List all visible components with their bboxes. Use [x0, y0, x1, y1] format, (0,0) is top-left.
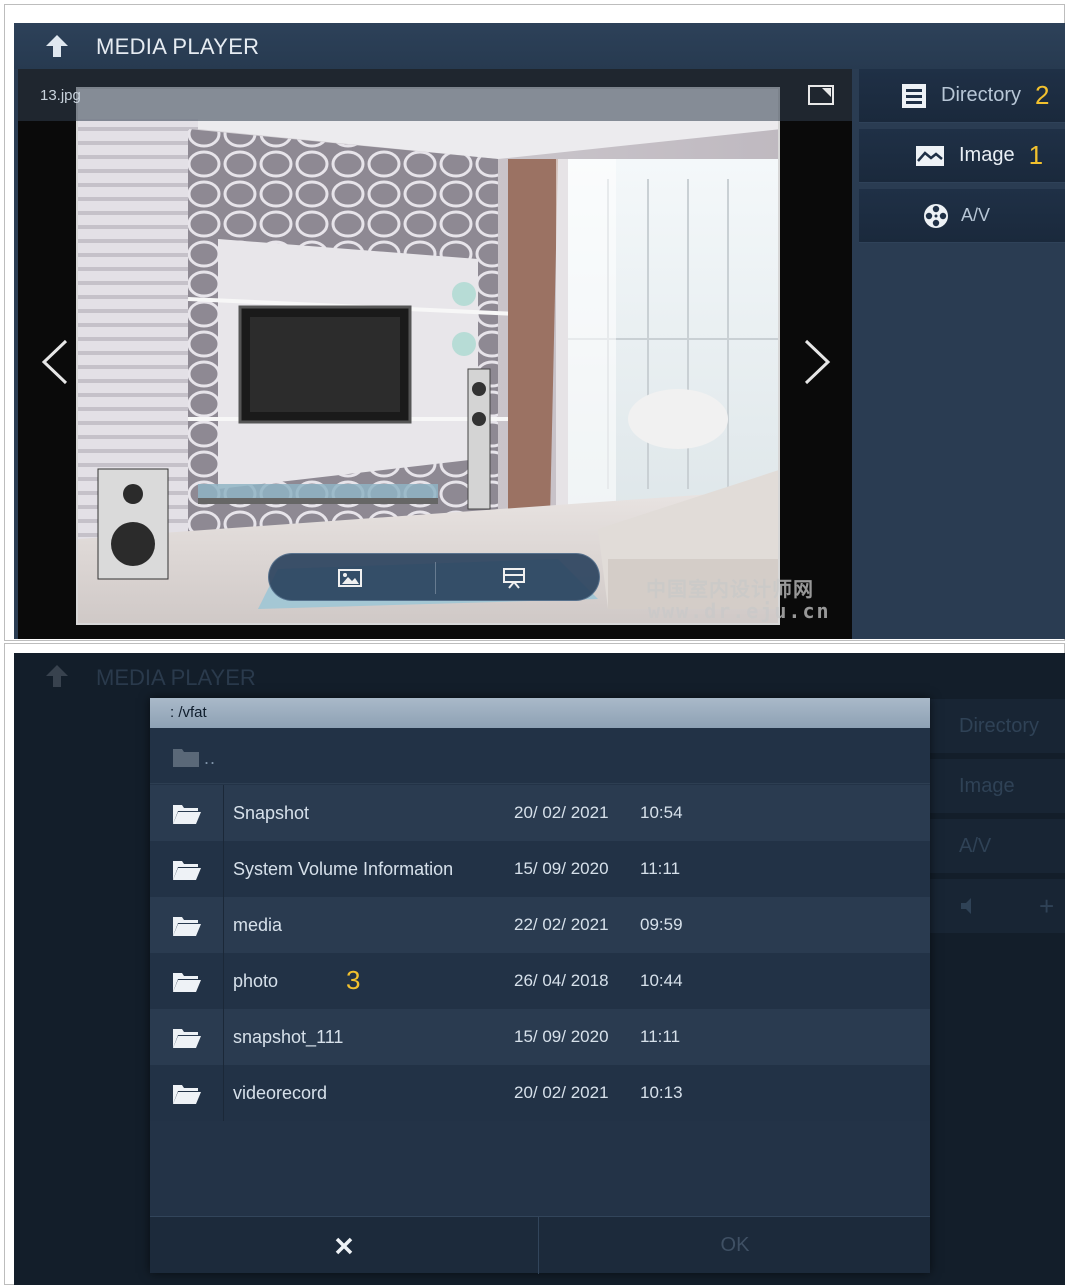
directory-button-dimmed: Directory [919, 699, 1065, 753]
folder-time: 10:13 [640, 1083, 683, 1102]
list-item[interactable]: media 22/ 02/ 2021 09:59 [150, 897, 930, 953]
page-title-dimmed: MEDIA PLAYER [96, 665, 256, 690]
list-item[interactable]: Snapshot 20/ 02/ 2021 10:54 [150, 785, 930, 841]
photo-illustration [78, 89, 778, 623]
volume-control-dimmed: + [919, 879, 1065, 933]
parent-directory-row[interactable]: .. [150, 728, 930, 784]
folder-name: System Volume Information [233, 859, 454, 879]
list-item[interactable]: System Volume Information 15/ 09/ 2020 1… [150, 841, 930, 897]
directory-button[interactable]: Directory 2 [859, 69, 1065, 123]
row-icon-cell [150, 1065, 224, 1121]
image-label: Image [959, 774, 1015, 797]
folder-time: 10:54 [640, 803, 683, 822]
list-icon [902, 83, 926, 108]
file-browser-dialog: : /vfat .. Snapshot 20/ 02/ 2021 10:54 S… [150, 698, 930, 1274]
directory-label: Directory [959, 714, 1040, 737]
folder-open-icon [173, 973, 201, 992]
folder-open-icon [173, 917, 201, 936]
previous-image-arrow[interactable] [40, 339, 70, 385]
photo-living-room [76, 87, 780, 625]
folder-date: 15/ 09/ 2020 [514, 859, 609, 878]
list-item[interactable]: photo 3 26/ 04/ 2018 10:44 [150, 953, 930, 1009]
page-title: MEDIA PLAYER [96, 34, 260, 59]
folder-open-icon [173, 1029, 201, 1048]
watermark-text-chinese: 中国室内设计师网 [646, 579, 814, 601]
folder-open-icon [173, 1085, 201, 1104]
folder-date: 15/ 09/ 2020 [514, 1027, 609, 1046]
folder-open-icon [173, 861, 201, 880]
image-filename: 13.jpg [40, 87, 81, 104]
folder-date: 22/ 02/ 2021 [514, 915, 609, 934]
fullscreen-icon[interactable] [808, 85, 834, 105]
list-item[interactable]: snapshot_111 15/ 09/ 2020 11:11 [150, 1009, 930, 1065]
image-label: Image [959, 144, 1015, 166]
folder-date: 20/ 02/ 2021 [514, 803, 609, 822]
film-reel-icon [924, 203, 948, 228]
image-control-bar [268, 553, 600, 601]
folder-time: 10:44 [640, 971, 683, 990]
folder-name: videorecord [233, 1083, 328, 1103]
image-button-dimmed: Image [919, 759, 1065, 813]
image-viewer[interactable]: 13.jpg 中国室内设计师网 www.dr.eju.cn [18, 69, 852, 639]
row-icon-cell [150, 1009, 224, 1065]
current-path: : /vfat [150, 698, 930, 728]
folder-date: 20/ 02/ 2021 [514, 1083, 609, 1102]
folder-time: 11:11 [640, 1027, 681, 1046]
row-icon-cell [150, 897, 224, 953]
dialog-footer: OK [150, 1216, 930, 1274]
speaker-icon [961, 898, 971, 914]
folder-icon [173, 749, 199, 767]
control-divider [435, 562, 436, 594]
folder-date: 26/ 04/ 2018 [514, 971, 609, 990]
image-button[interactable]: Image 1 [859, 129, 1065, 183]
close-icon [335, 1237, 353, 1254]
row-icon-cell [150, 953, 224, 1009]
folder-name: Snapshot [233, 803, 310, 823]
parent-directory-label: .. [204, 748, 217, 768]
annotation-marker-3: 3 [346, 965, 361, 995]
folder-time: 09:59 [640, 915, 683, 934]
row-icon-cell [150, 785, 224, 841]
watermark-url: www.dr.eju.cn [648, 599, 831, 623]
gallery-icon[interactable] [337, 566, 363, 590]
av-label: A/V [961, 205, 991, 225]
directory-label: Directory [941, 84, 1022, 106]
cancel-button[interactable] [150, 1217, 539, 1274]
av-button[interactable]: A/V [859, 189, 1065, 243]
slideshow-icon[interactable] [501, 566, 527, 590]
folder-name: photo [233, 971, 279, 991]
next-image-arrow[interactable] [802, 339, 832, 385]
viewer-overlay-band [18, 69, 852, 121]
title-bar: MEDIA PLAYER [14, 23, 1065, 69]
list-item[interactable]: videorecord 20/ 02/ 2021 10:13 [150, 1065, 930, 1121]
folder-open-icon [173, 805, 201, 824]
folder-time: 11:11 [640, 859, 681, 878]
media-player-screen: MEDIA PLAYER 13.jpg 中国室内设计师网 www.dr.eju.… [14, 23, 1065, 639]
folder-name: media [233, 915, 283, 935]
row-icon-cell [150, 841, 224, 897]
image-icon [916, 145, 944, 166]
photo-watermark: 中国室内设计师网 www.dr.eju.cn [618, 569, 848, 629]
directory-dialog-screen: MEDIA PLAYER Directory Image A/V + : /vf… [14, 653, 1065, 1285]
plus-icon: + [1039, 890, 1055, 921]
folder-name: snapshot_111 [233, 1027, 344, 1047]
back-arrow-icon[interactable] [44, 33, 70, 59]
av-label: A/V [959, 834, 992, 857]
av-button-dimmed: A/V [919, 819, 1065, 873]
annotation-marker-2: 2 [1035, 80, 1050, 110]
back-arrow-icon [46, 665, 68, 687]
ok-button[interactable]: OK [540, 1217, 930, 1274]
annotation-marker-1: 1 [1028, 140, 1044, 170]
